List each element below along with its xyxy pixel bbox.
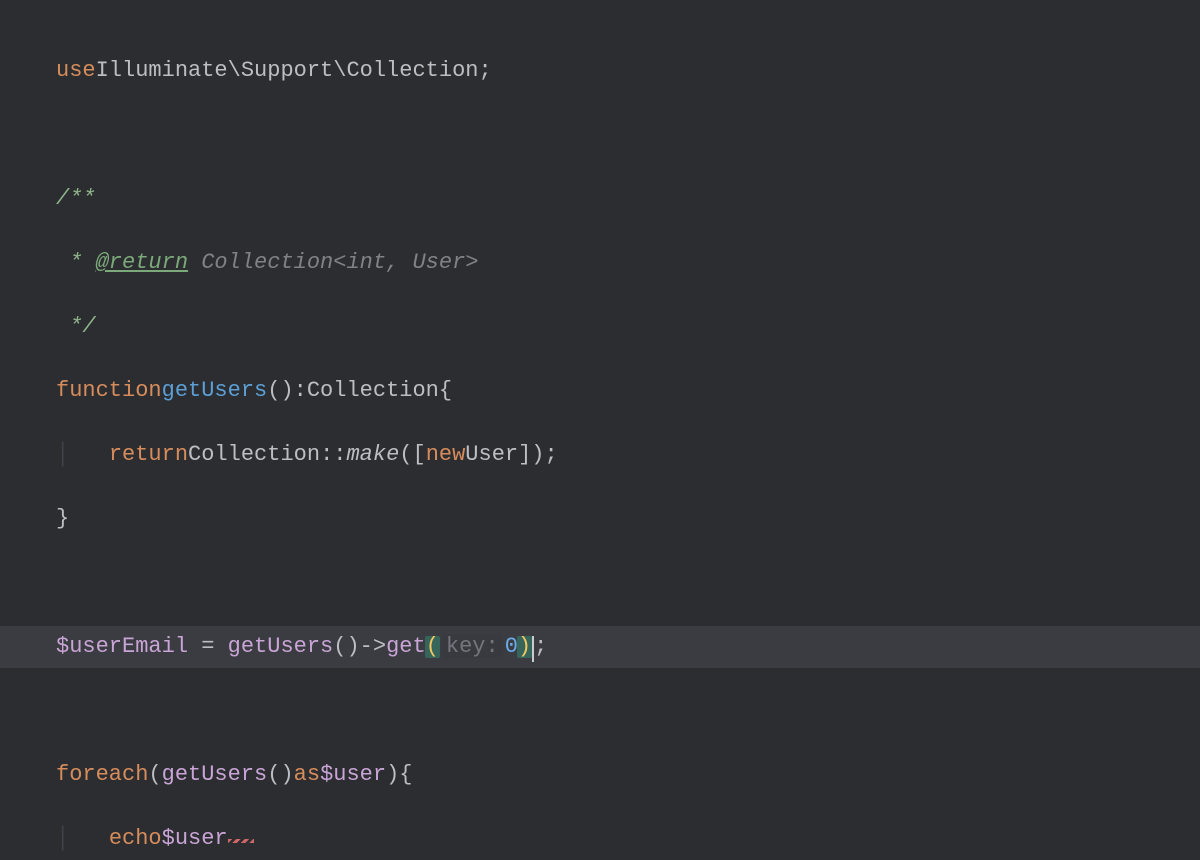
docblock-open: /** xyxy=(56,188,96,210)
paren-open: ( xyxy=(267,380,280,402)
brace-open: { xyxy=(399,764,412,786)
class-user: User xyxy=(465,444,518,466)
keyword-foreach: foreach xyxy=(56,764,148,786)
keyword-return: return xyxy=(109,444,188,466)
docblock-return-tag: @return xyxy=(96,252,188,274)
docblock-close: */ xyxy=(56,316,96,338)
call-get: get xyxy=(386,636,426,658)
squiggle-underline-icon xyxy=(228,839,254,843)
indent-guide: │ xyxy=(56,444,109,466)
call-parens: () xyxy=(333,636,359,658)
brace-open: { xyxy=(439,380,452,402)
code-line[interactable]: use Illuminate\Support\Collection; xyxy=(0,50,1200,92)
semicolon: ; xyxy=(545,444,558,466)
semicolon: ; xyxy=(534,636,547,658)
call-parens: () xyxy=(267,764,293,786)
equals: = xyxy=(188,636,228,658)
paren-bracket-open: ([ xyxy=(399,444,425,466)
param-hint-key: key: xyxy=(442,635,503,659)
paren-bracket-close: ]) xyxy=(518,444,544,466)
variable-user: $user xyxy=(320,764,386,786)
paren-matched-close: ) xyxy=(517,636,532,658)
paren-close: ) xyxy=(386,764,399,786)
keyword-as: as xyxy=(294,764,320,786)
paren-close: ) xyxy=(280,380,293,402)
code-line[interactable]: } xyxy=(0,498,1200,540)
code-line[interactable]: function getUsers(): Collection { xyxy=(0,370,1200,412)
number-literal: 0 xyxy=(505,636,518,658)
call-getUsers: getUsers xyxy=(228,636,334,658)
keyword-new: new xyxy=(426,444,466,466)
keyword-echo: echo xyxy=(109,828,162,850)
static-method-make: make xyxy=(346,444,399,466)
variable-user: $user xyxy=(162,828,228,850)
semicolon: ; xyxy=(478,60,491,82)
indent-guide: │ xyxy=(56,828,109,850)
code-line[interactable]: │ return Collection::make([new User]); xyxy=(0,434,1200,476)
code-editor[interactable]: use Illuminate\Support\Collection; /** *… xyxy=(0,22,1200,860)
return-type: Collection xyxy=(307,380,439,402)
docblock-return-type: Collection<int, User> xyxy=(188,252,478,274)
code-line[interactable]: */ xyxy=(0,306,1200,348)
code-line[interactable]: │ echo $user xyxy=(0,818,1200,860)
paren-open: ( xyxy=(148,764,161,786)
colon: : xyxy=(294,380,307,402)
call-getUsers: getUsers xyxy=(162,764,268,786)
code-line-active[interactable]: $userEmail = getUsers()->get(key: 0); xyxy=(0,626,1200,668)
code-line[interactable]: /** xyxy=(0,178,1200,220)
brace-close: } xyxy=(56,508,69,530)
code-line[interactable] xyxy=(0,114,1200,156)
arrow-op: -> xyxy=(360,636,386,658)
code-line[interactable] xyxy=(0,562,1200,604)
class-ref: Collection xyxy=(188,444,320,466)
docblock-star: * xyxy=(56,252,96,274)
code-line[interactable]: * @return Collection<int, User> xyxy=(0,242,1200,284)
double-colon: :: xyxy=(320,444,346,466)
code-line[interactable]: foreach (getUsers() as $user) { xyxy=(0,754,1200,796)
keyword-function: function xyxy=(56,380,162,402)
paren-matched-open: ( xyxy=(425,636,440,658)
code-line[interactable] xyxy=(0,690,1200,732)
namespace: Illuminate\Support\Collection xyxy=(96,60,479,82)
variable-userEmail: $userEmail xyxy=(56,636,188,658)
function-name-def: getUsers xyxy=(162,380,268,402)
keyword-use: use xyxy=(56,60,96,82)
